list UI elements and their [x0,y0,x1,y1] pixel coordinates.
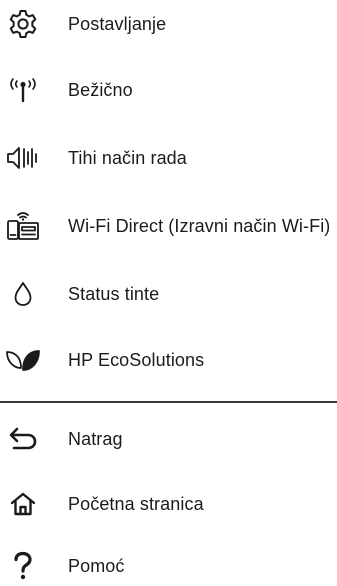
nav-home-button[interactable]: Početna stranica [0,484,337,524]
wifi-direct-icon [4,207,42,245]
menu-divider [0,401,337,403]
nav-help-button[interactable]: Pomoć [0,546,337,586]
menu-item-quiet-mode-label: Tihi način rada [68,148,187,168]
ink-drop-icon [4,275,42,313]
nav-back-button[interactable]: Natrag [0,419,337,459]
menu-item-wireless[interactable]: Bežično [0,70,337,110]
menu-item-eco-solutions-label: HP EcoSolutions [68,350,205,370]
menu-item-quiet-mode[interactable]: Tihi način rada [0,138,337,178]
menu-item-setup[interactable]: Postavljanje [0,4,337,44]
nav-home-label: Početna stranica [68,494,204,514]
menu-item-wireless-label: Bežično [68,80,133,100]
home-icon [4,485,42,523]
help-icon [4,547,42,585]
quiet-mode-speaker-icon [4,139,42,177]
back-arrow-icon [4,420,42,458]
menu-item-wifi-direct-label: Wi-Fi Direct (Izravni način Wi-Fi) [68,216,331,236]
wireless-antenna-icon [4,71,42,109]
main-menu: Postavljanje Bežično Tihi način rada Wi-… [0,0,337,580]
gear-icon [4,5,42,43]
menu-item-ink-status[interactable]: Status tinte [0,274,337,314]
nav-help-label: Pomoć [68,556,125,576]
menu-item-eco-solutions[interactable]: HP EcoSolutions [0,340,337,380]
menu-item-setup-label: Postavljanje [68,14,167,34]
nav-back-label: Natrag [68,429,123,449]
menu-item-wifi-direct[interactable]: Wi-Fi Direct (Izravni način Wi-Fi) [0,206,337,246]
menu-item-ink-status-label: Status tinte [68,284,160,304]
eco-leaf-icon [4,341,42,379]
